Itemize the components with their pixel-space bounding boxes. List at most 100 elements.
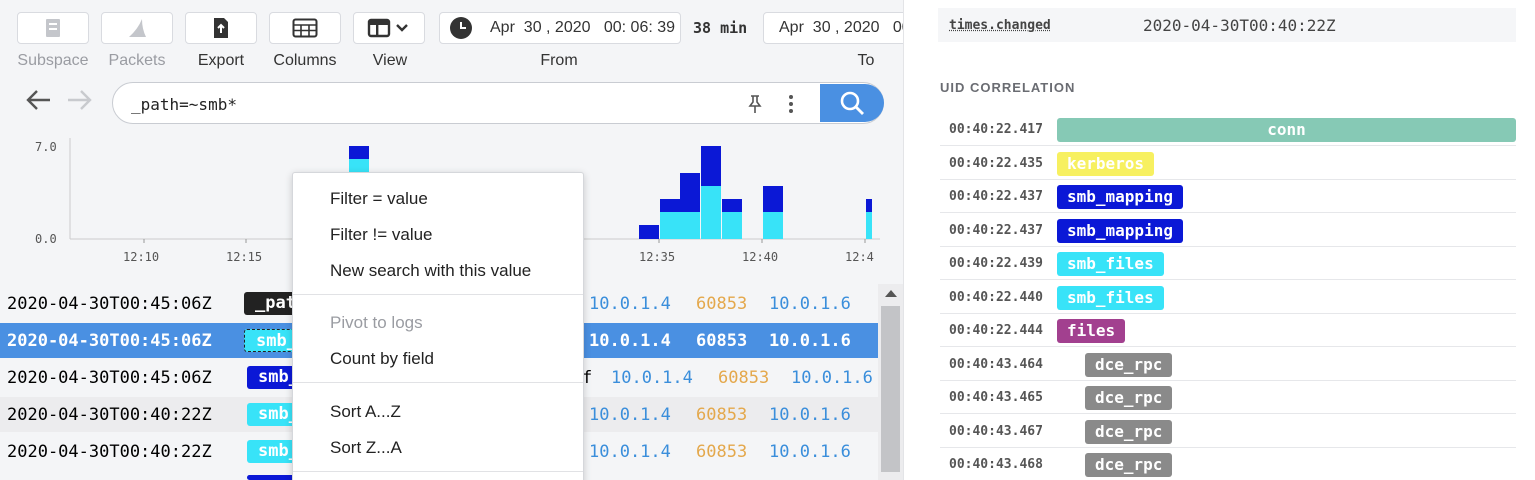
histogram-bar	[763, 212, 783, 239]
uid-row[interactable]: 00:40:43.464 dce_rpc	[940, 348, 1516, 381]
menu-item-filter-equals[interactable]: Filter = value	[330, 189, 428, 209]
ts-cell: 2020-04-30T00:45:06Z	[7, 331, 212, 351]
export-button[interactable]	[185, 12, 257, 44]
uid-row[interactable]: 00:40:22.444 files	[940, 314, 1516, 347]
context-menu: Filter = value Filter != value New searc…	[292, 172, 584, 480]
histogram-bar	[680, 173, 700, 212]
subspace-label: Subspace	[8, 52, 98, 70]
uid-path-bar[interactable]: smb_files	[1057, 252, 1164, 276]
ts-cell: 2020-04-30T00:40:22Z	[7, 442, 212, 462]
uid-row[interactable]: 00:40:22.435 kerberos	[940, 147, 1516, 180]
uid-path-bar[interactable]: dce_rpc	[1085, 386, 1172, 410]
more-vertical-icon[interactable]	[788, 93, 794, 115]
uid-path-bar[interactable]: dce_rpc	[1085, 420, 1172, 444]
port-cell[interactable]: 60853	[696, 294, 747, 314]
columns-label: Columns	[260, 52, 350, 70]
scroll-up-icon[interactable]	[885, 290, 897, 297]
menu-item-sort-desc[interactable]: Sort Z...A	[330, 438, 402, 458]
menu-divider	[293, 382, 583, 383]
uid-row[interactable]: 00:40:43.468 dce_rpc	[940, 448, 1516, 480]
uid-row[interactable]: 00:40:22.439 smb_files	[940, 247, 1516, 280]
uid-timestamp: 00:40:43.465	[949, 390, 1043, 405]
columns-table-icon	[292, 18, 318, 38]
menu-item-count-by-field[interactable]: Count by field	[330, 349, 434, 369]
uid-correlation-title: UID CORRELATION	[940, 80, 1075, 95]
ip-cell[interactable]: 10.0.1.6	[769, 442, 851, 462]
uid-path-bar[interactable]: dce_rpc	[1085, 453, 1172, 477]
back-button[interactable]	[24, 88, 52, 117]
field-row[interactable]: times.changed 2020-04-30T00:40:22Z	[938, 8, 1516, 42]
ip-cell[interactable]: 10.0.1.4	[589, 331, 671, 351]
histogram-bar	[701, 146, 721, 186]
histogram-bar	[763, 186, 783, 212]
port-cell[interactable]: 60853	[718, 368, 769, 388]
arrow-left-icon	[24, 88, 52, 112]
packets-button[interactable]	[101, 12, 173, 44]
uid-path-bar[interactable]: smb_mapping	[1057, 219, 1183, 243]
search-bar	[112, 82, 884, 124]
histogram-bar	[722, 212, 742, 239]
uid-path-bar[interactable]: smb_files	[1057, 286, 1164, 310]
menu-item-new-search[interactable]: New search with this value	[330, 261, 531, 281]
ip-cell[interactable]: 10.0.1.4	[589, 405, 671, 425]
path-tag[interactable]: smb_	[244, 329, 296, 352]
export-label: Export	[176, 52, 266, 70]
histogram-bar	[722, 199, 742, 212]
histogram-bar	[866, 212, 872, 239]
uid-timestamp: 00:40:22.440	[949, 290, 1043, 305]
search-submit-button[interactable]	[820, 84, 884, 122]
ip-cell[interactable]: 10.0.1.6	[791, 368, 873, 388]
table-scrollbar[interactable]	[878, 284, 903, 480]
uid-row[interactable]: 00:40:43.467 dce_rpc	[940, 415, 1516, 448]
columns-button[interactable]	[269, 12, 341, 44]
uid-row[interactable]: 00:40:43.465 dce_rpc	[940, 381, 1516, 414]
forward-button[interactable]	[66, 88, 94, 117]
packets-label: Packets	[92, 52, 182, 70]
ip-cell[interactable]: 10.0.1.6	[769, 294, 851, 314]
histogram-y-max: 7.0	[35, 140, 57, 154]
uid-path-bar[interactable]: smb_mapping	[1057, 185, 1183, 209]
histogram-x-tick: 12:15	[226, 250, 262, 264]
uid-path-bar[interactable]: conn	[1057, 118, 1516, 142]
uid-row[interactable]: 00:40:22.440 smb_files	[940, 281, 1516, 314]
ts-cell: 2020-04-30T00:40:22Z	[7, 405, 212, 425]
pin-icon[interactable]	[746, 94, 764, 114]
path-tag[interactable]: _path	[244, 292, 296, 315]
uid-row[interactable]: 00:40:22.437 smb_mapping	[940, 180, 1516, 213]
uid-path-bar[interactable]: files	[1057, 319, 1125, 343]
clock-icon	[450, 17, 472, 39]
field-value[interactable]: 2020-04-30T00:40:22Z	[1143, 16, 1336, 35]
shark-fin-icon	[126, 17, 148, 39]
ip-cell[interactable]: 10.0.1.6	[769, 405, 851, 425]
uid-row[interactable]: 00:40:22.417 conn	[940, 113, 1516, 146]
search-input[interactable]	[131, 92, 731, 116]
menu-item-pivot-to-logs: Pivot to logs	[330, 313, 423, 333]
port-cell[interactable]: 60853	[696, 331, 747, 351]
histogram-bar	[660, 212, 680, 239]
ip-cell[interactable]: 10.0.1.6	[769, 331, 851, 351]
ip-cell[interactable]: 10.0.1.4	[589, 294, 671, 314]
menu-item-sort-asc[interactable]: Sort A...Z	[330, 402, 401, 422]
histogram-bar	[349, 146, 369, 159]
from-date-picker[interactable]: Apr 30 , 2020 00: 06: 39	[439, 12, 681, 44]
ip-cell[interactable]: 10.0.1.4	[589, 442, 671, 462]
uid-path-bar[interactable]: dce_rpc	[1085, 353, 1172, 377]
subspace-button[interactable]	[17, 12, 89, 44]
port-cell[interactable]: 60853	[696, 405, 747, 425]
subspace-icon	[43, 17, 63, 39]
uid-row[interactable]: 00:40:22.437 smb_mapping	[940, 214, 1516, 247]
field-name[interactable]: times.changed	[949, 18, 1051, 33]
from-label: From	[514, 52, 604, 70]
ts-cell: 2020-04-30T00:45:06Z	[7, 294, 212, 314]
to-date-picker[interactable]: Apr 30 , 2020 00	[763, 12, 903, 44]
histogram-y-min: 0.0	[35, 232, 57, 246]
scroll-thumb[interactable]	[881, 306, 900, 472]
menu-item-filter-not-equals[interactable]: Filter != value	[330, 225, 433, 245]
uid-path-bar[interactable]: kerberos	[1057, 152, 1154, 176]
view-button[interactable]	[353, 12, 425, 44]
port-cell[interactable]: 60853	[696, 442, 747, 462]
uid-timestamp: 00:40:22.444	[949, 323, 1043, 338]
search-pane: Subspace Packets Export Columns View Apr…	[0, 0, 903, 480]
ip-cell[interactable]: 10.0.1.4	[611, 368, 693, 388]
histogram-x-tick: 12:4	[845, 250, 874, 264]
